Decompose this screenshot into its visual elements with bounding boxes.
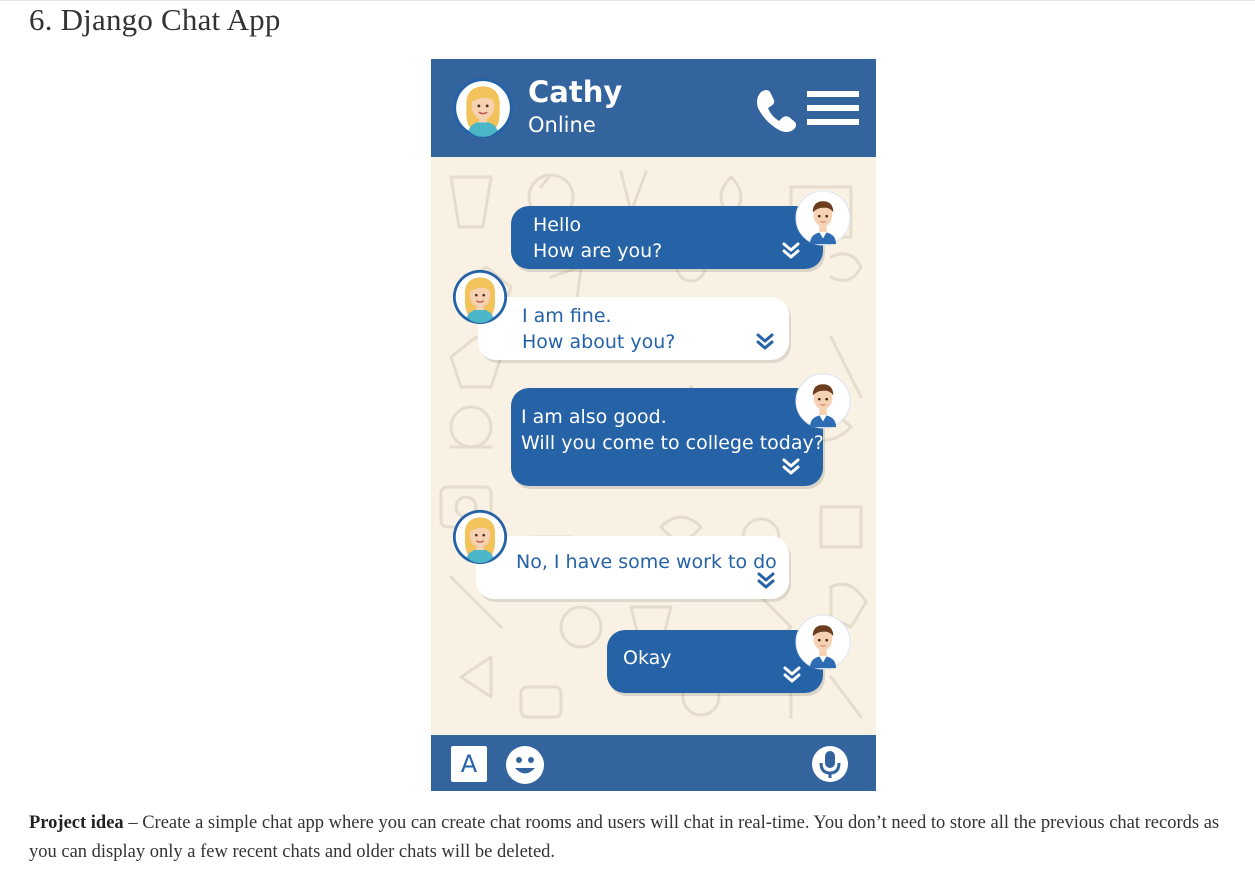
contact-name: Cathy — [528, 75, 623, 109]
contact-status: Online — [528, 113, 596, 137]
message-line: No, I have some work to do — [516, 551, 777, 573]
phone-icon[interactable] — [753, 86, 799, 134]
message-bubble-sent[interactable]: Hello How are you? — [511, 206, 823, 269]
chevron-down-icon[interactable] — [756, 333, 774, 351]
message-line: I am also good. — [521, 406, 667, 428]
emoji-icon[interactable] — [505, 745, 545, 785]
project-idea-text: Create a simple chat app where you can c… — [29, 813, 1220, 862]
contact-avatar — [452, 269, 508, 325]
message-bubble-sent[interactable]: Okay — [607, 630, 823, 693]
message-bubble-received[interactable]: No, I have some work to do — [476, 536, 789, 599]
message-line: How are you? — [533, 240, 663, 262]
menu-icon[interactable] — [807, 90, 859, 126]
message-line: Hello — [533, 214, 582, 236]
user-avatar — [795, 614, 851, 670]
message-line: How about you? — [522, 331, 676, 353]
user-avatar — [795, 190, 851, 246]
project-idea-label: Project idea — [29, 813, 124, 833]
chat-header: Cathy Online — [431, 59, 876, 157]
contact-avatar — [452, 509, 508, 565]
chevron-down-icon[interactable] — [757, 572, 775, 590]
chevron-down-icon[interactable] — [782, 458, 800, 476]
message-bubble-sent[interactable]: I am also good. Will you come to college… — [511, 388, 824, 486]
project-description: Project idea – Create a simple chat app … — [29, 809, 1234, 867]
label-separator: – — [123, 813, 143, 833]
chat-app-illustration: Cathy Online Hello How are you? I am fin… — [431, 59, 876, 791]
message-line: I am fine. — [522, 305, 612, 327]
user-avatar — [795, 373, 851, 429]
section-heading: 6. Django Chat App — [29, 2, 281, 37]
top-divider — [0, 0, 1255, 1]
message-line: Will you come to college today? — [521, 432, 824, 454]
message-bubble-received[interactable]: I am fine. How about you? — [478, 297, 789, 360]
contact-avatar[interactable] — [452, 77, 514, 139]
keyboard-icon[interactable]: A — [451, 746, 487, 782]
chat-input-toolbar: A — [431, 735, 876, 791]
microphone-icon[interactable] — [811, 745, 849, 783]
